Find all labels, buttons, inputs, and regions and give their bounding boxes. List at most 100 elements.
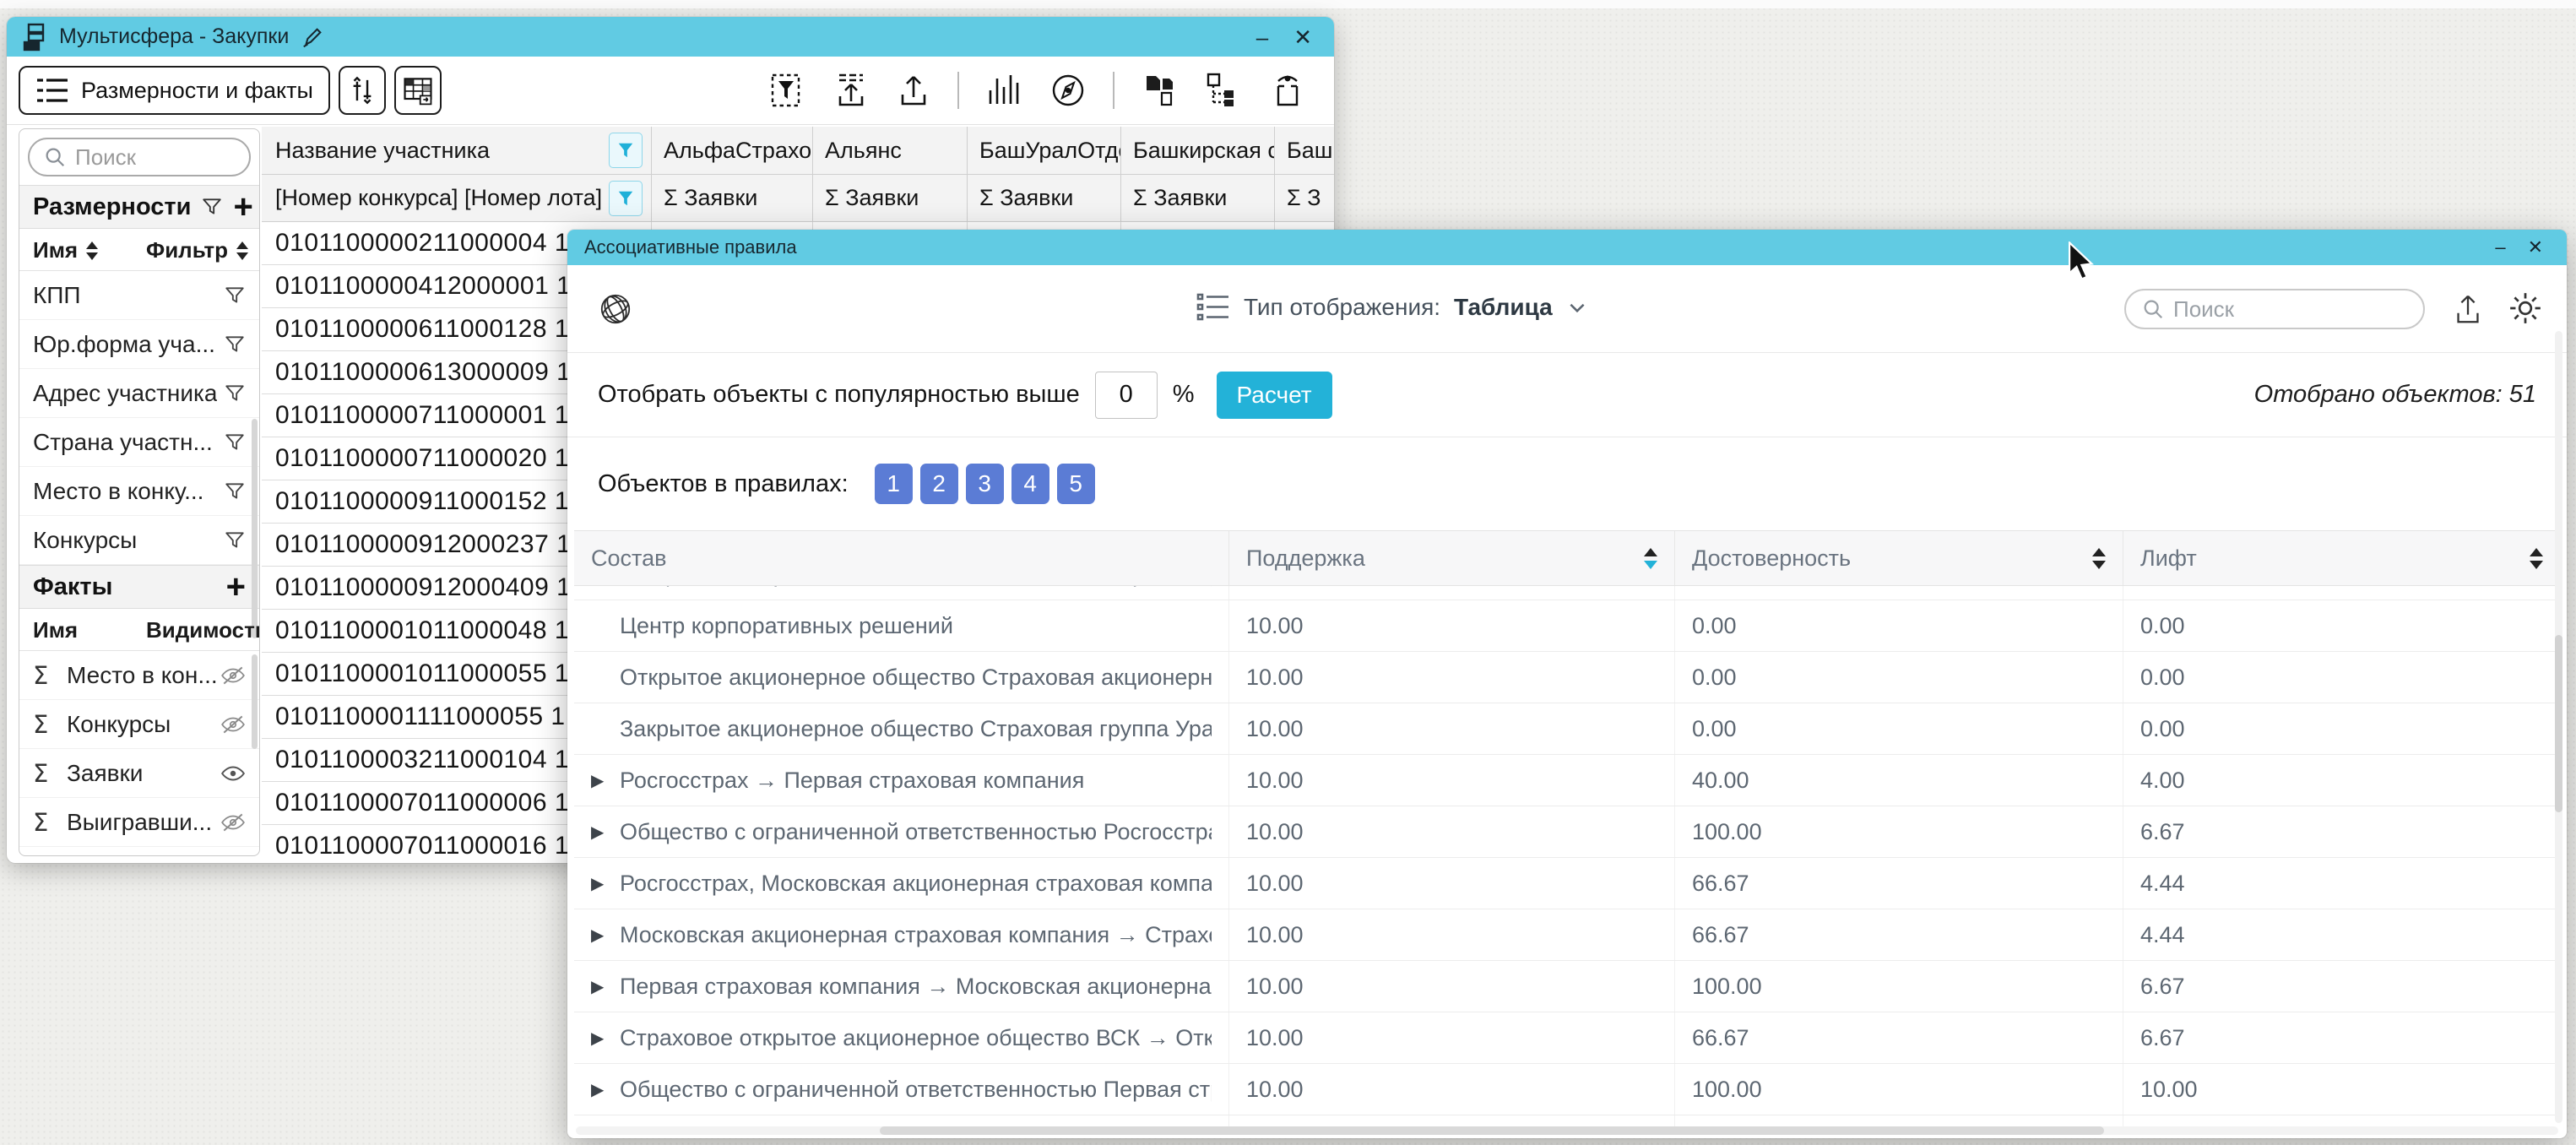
expand-arrow-icon[interactable]: ▶ bbox=[591, 873, 620, 893]
rule-row[interactable]: ▶Росгосстрах, Московская акционерная стр… bbox=[574, 858, 2560, 909]
dimensions-facts-button[interactable]: Размерности и факты bbox=[19, 66, 330, 115]
column-settings-button[interactable] bbox=[339, 66, 386, 115]
rule-size-button[interactable]: 1 bbox=[875, 464, 913, 504]
dimension-item[interactable]: Страна участн... bbox=[19, 418, 259, 467]
filter-selection-icon[interactable] bbox=[770, 71, 807, 110]
participant-column-header[interactable]: АльфаСтрахова bbox=[652, 127, 813, 174]
sort-support-control[interactable] bbox=[1644, 548, 1657, 569]
measure-column-header[interactable]: Σ З bbox=[1275, 175, 1334, 221]
vertical-scrollbar-thumb[interactable] bbox=[2555, 635, 2562, 812]
dialog-close-button[interactable]: ✕ bbox=[2521, 238, 2550, 257]
filter-icon[interactable] bbox=[201, 196, 223, 218]
row-filter-icon[interactable] bbox=[224, 529, 246, 551]
rule-row[interactable]: ▶Страховое открытое акционерное общество… bbox=[574, 1012, 2560, 1064]
dialog-search[interactable] bbox=[2124, 289, 2425, 329]
calculate-button[interactable]: Расчет bbox=[1217, 372, 1332, 419]
measure-column-header[interactable]: Σ Заявки bbox=[813, 175, 968, 221]
popularity-threshold-input[interactable] bbox=[1095, 372, 1158, 419]
rule-row[interactable]: ▶Общество с ограниченной ответственность… bbox=[574, 1064, 2560, 1115]
rule-row[interactable]: ▶Росгосстрах, Первая страховая компания … bbox=[574, 1115, 2560, 1126]
column-header-lift[interactable]: Лифт bbox=[2123, 531, 2560, 585]
settings-gear-icon[interactable] bbox=[2508, 290, 2543, 326]
dimensions-section-header: Размерности + bbox=[19, 185, 259, 229]
row-filter-icon[interactable] bbox=[224, 480, 246, 502]
row-filter-icon[interactable] bbox=[224, 383, 246, 404]
dialog-minimize-button[interactable]: – bbox=[2488, 238, 2512, 257]
hierarchy-icon[interactable] bbox=[1204, 71, 1243, 110]
display-type-selector[interactable]: Тип отображения: Таблица bbox=[1196, 290, 1588, 324]
measure-column-header[interactable]: Σ Заявки bbox=[652, 175, 813, 221]
window-title: Мультисфера - Закупки bbox=[59, 24, 289, 49]
rule-row[interactable]: ▶Общество с ограниченной ответственность… bbox=[574, 806, 2560, 858]
rule-size-button[interactable]: 2 bbox=[920, 464, 958, 504]
globe-icon[interactable] bbox=[598, 291, 633, 327]
import-icon[interactable] bbox=[832, 71, 870, 110]
eye-off-icon[interactable] bbox=[220, 665, 246, 686]
measure-column-header[interactable]: Σ Заявки bbox=[968, 175, 1121, 221]
close-button[interactable]: ✕ bbox=[1287, 26, 1319, 48]
dimension-item[interactable]: Юр.форма уча... bbox=[19, 320, 259, 369]
dialog-export-icon[interactable] bbox=[2450, 290, 2486, 328]
edit-title-icon[interactable] bbox=[301, 25, 324, 49]
dialog-search-input[interactable] bbox=[2173, 296, 2367, 323]
add-dimension-button[interactable]: + bbox=[233, 190, 252, 224]
column-filter-icon[interactable] bbox=[609, 133, 643, 168]
dimension-item[interactable]: Адрес участника bbox=[19, 369, 259, 418]
expand-arrow-icon[interactable]: ▶ bbox=[591, 822, 620, 842]
expand-arrow-icon[interactable]: ▶ bbox=[591, 770, 620, 790]
expand-arrow-icon[interactable]: ▶ bbox=[591, 976, 620, 996]
sort-confidence-control[interactable] bbox=[2092, 548, 2106, 569]
sidebar-search[interactable] bbox=[28, 138, 251, 176]
participant-column-header[interactable]: Альянс bbox=[813, 127, 968, 174]
compass-icon[interactable] bbox=[1049, 71, 1087, 110]
rule-row[interactable]: ▶Московская акционерная страховая компан… bbox=[574, 909, 2560, 961]
copy-pages-icon[interactable] bbox=[1140, 71, 1179, 110]
column-header-confidence[interactable]: Достоверность bbox=[1675, 531, 2123, 585]
participant-column-header[interactable]: Баш bbox=[1275, 127, 1334, 174]
rule-row[interactable]: ▶Росгосстрах → Первая страховая компания… bbox=[574, 755, 2560, 806]
column-header-composition[interactable]: Состав bbox=[574, 531, 1229, 585]
fact-item[interactable]: ΣЗаявки bbox=[19, 749, 259, 798]
fact-item[interactable]: ΣКонкурсы bbox=[19, 700, 259, 749]
export-icon[interactable] bbox=[895, 71, 932, 110]
eye-off-icon[interactable] bbox=[220, 714, 246, 735]
expand-arrow-icon[interactable]: ▶ bbox=[591, 1079, 620, 1099]
row-filter-icon[interactable] bbox=[224, 431, 246, 453]
expand-arrow-icon[interactable]: ▶ bbox=[591, 925, 620, 945]
measure-column-header[interactable]: Σ Заявки bbox=[1121, 175, 1275, 221]
dimension-item[interactable]: КПП bbox=[19, 271, 259, 320]
row-filter-icon[interactable] bbox=[224, 334, 246, 355]
eye-off-icon[interactable] bbox=[220, 811, 246, 833]
sort-lift-control[interactable] bbox=[2530, 548, 2543, 569]
rule-row[interactable]: ▶Первая страховая компания → Московская … bbox=[574, 961, 2560, 1012]
column-filter-icon[interactable] bbox=[609, 181, 643, 216]
rule-row[interactable]: ▶Центр корпоративных решений10.000.000.0… bbox=[574, 600, 2560, 652]
bar-chart-icon[interactable] bbox=[984, 72, 1023, 109]
horizontal-scrollbar-thumb[interactable] bbox=[880, 1126, 2104, 1135]
fact-item[interactable]: ΣВыигравши... bbox=[19, 798, 259, 847]
facts-scrollbar[interactable] bbox=[252, 654, 258, 749]
dimension-item[interactable]: Конкурсы bbox=[19, 516, 259, 565]
minimize-button[interactable]: – bbox=[1250, 26, 1275, 48]
eye-icon[interactable] bbox=[220, 762, 246, 784]
rule-size-button[interactable]: 5 bbox=[1057, 464, 1095, 504]
sort-name-control[interactable] bbox=[86, 241, 98, 260]
rule-row[interactable]: ▶Закрытое акционерное общество Страховая… bbox=[574, 703, 2560, 755]
rule-row[interactable]: ▶Общество с ограниченной ответственность… bbox=[574, 586, 2560, 600]
sidebar-search-input[interactable] bbox=[75, 144, 219, 171]
watch-view-icon[interactable] bbox=[1268, 71, 1307, 110]
row-filter-icon[interactable] bbox=[224, 285, 246, 307]
dimension-item[interactable]: Место в конку... bbox=[19, 467, 259, 516]
fact-item[interactable]: ΣМесто в кон... bbox=[19, 651, 259, 700]
rule-size-button[interactable]: 4 bbox=[1011, 464, 1049, 504]
sort-filter-control[interactable] bbox=[236, 241, 248, 260]
column-header-support[interactable]: Поддержка bbox=[1229, 531, 1675, 585]
expand-arrow-icon[interactable]: ▶ bbox=[591, 1028, 620, 1048]
add-fact-button[interactable]: + bbox=[226, 570, 246, 604]
dimensions-scrollbar[interactable] bbox=[252, 419, 258, 638]
table-view-button[interactable] bbox=[394, 66, 442, 115]
participant-column-header[interactable]: Башкирская ст bbox=[1121, 127, 1275, 174]
participant-column-header[interactable]: БашУралОтдел bbox=[968, 127, 1121, 174]
rule-size-button[interactable]: 3 bbox=[966, 464, 1004, 504]
rule-row[interactable]: ▶Открытое акционерное общество Страховая… bbox=[574, 652, 2560, 703]
